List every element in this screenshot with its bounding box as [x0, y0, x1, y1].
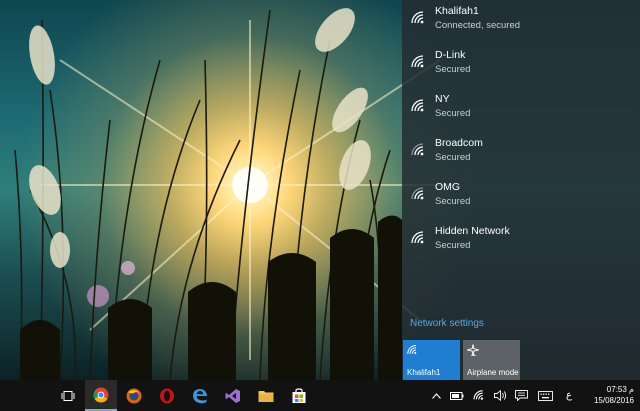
taskbar-app-visual-studio[interactable] [217, 380, 249, 411]
network-status: Secured [435, 64, 471, 75]
visual-studio-icon [225, 388, 240, 403]
battery-tray-button[interactable] [448, 380, 466, 411]
network-name: OMG [435, 181, 461, 193]
network-item-ny[interactable]: NY Secured [402, 90, 640, 134]
wifi-signal-icon [411, 11, 424, 24]
volume-tray-button[interactable] [491, 380, 509, 411]
network-status: Secured [435, 152, 471, 163]
network-status: Secured [435, 108, 471, 119]
network-name: Khalifah1 [435, 5, 479, 17]
wifi-quick-action-tile[interactable]: Khalifah1 [403, 340, 460, 380]
network-item-broadcom[interactable]: Broadcom Secured [402, 134, 640, 178]
keyboard-icon [537, 390, 553, 401]
wifi-signal-icon [411, 99, 424, 112]
network-status: Secured [435, 240, 471, 251]
network-item-omg[interactable]: OMG Secured [402, 178, 640, 222]
input-language-indicator[interactable]: ع [560, 380, 578, 411]
network-name: NY [435, 93, 450, 105]
chrome-icon [93, 387, 109, 403]
wifi-signal-icon [411, 55, 424, 68]
taskbar: ع 07:53 م 15/08/2016 [0, 380, 640, 411]
speaker-icon [493, 390, 506, 401]
wifi-icon [407, 345, 417, 355]
task-view-icon [61, 390, 75, 401]
taskbar-app-firefox[interactable] [118, 380, 150, 411]
firefox-icon [126, 388, 142, 403]
battery-icon [450, 391, 464, 400]
network-flyout: Khalifah1 Connected, secured D-Link Secu… [402, 0, 640, 380]
clock-time: 07:53 م [606, 385, 634, 394]
airplane-icon [467, 344, 479, 356]
network-tray-button[interactable] [470, 380, 488, 411]
network-item-d-link[interactable]: D-Link Secured [402, 46, 640, 90]
edge-icon [193, 388, 207, 403]
taskbar-app-edge[interactable] [184, 380, 216, 411]
touch-keyboard-button[interactable] [534, 380, 556, 411]
notification-icon [514, 390, 528, 401]
opera-icon [160, 388, 174, 403]
taskbar-app-opera[interactable] [151, 380, 183, 411]
network-settings-link[interactable]: Network settings [410, 318, 484, 329]
taskbar-app-file-explorer[interactable] [250, 380, 282, 411]
wifi-tile-label: Khalifah1 [407, 368, 441, 377]
network-status: Secured [435, 196, 471, 207]
airplane-tile-label: Airplane mode [467, 368, 519, 377]
show-hidden-icons-button[interactable] [428, 380, 444, 411]
action-center-button[interactable] [512, 380, 530, 411]
network-item-khalifah1[interactable]: Khalifah1 Connected, secured [402, 2, 640, 46]
network-name: Broadcom [435, 137, 483, 149]
wifi-signal-icon [411, 231, 424, 244]
taskbar-app-store[interactable] [283, 380, 315, 411]
taskbar-app-chrome[interactable] [85, 380, 117, 411]
wifi-signal-icon [411, 187, 424, 200]
network-name: Hidden Network [435, 225, 510, 237]
network-name: D-Link [435, 49, 466, 61]
store-icon [292, 387, 306, 403]
folder-icon [258, 390, 274, 402]
network-status: Connected, secured [435, 20, 521, 31]
clock-date: 15/08/2016 [593, 396, 634, 405]
system-clock[interactable]: 07:53 م 15/08/2016 [594, 384, 634, 406]
wifi-signal-icon [411, 143, 424, 156]
airplane-mode-tile[interactable]: Airplane mode [463, 340, 520, 380]
wifi-tray-icon [472, 390, 483, 400]
chevron-up-icon [431, 392, 441, 399]
task-view-button[interactable] [52, 380, 84, 411]
network-item-hidden-network[interactable]: Hidden Network Secured [402, 222, 640, 266]
